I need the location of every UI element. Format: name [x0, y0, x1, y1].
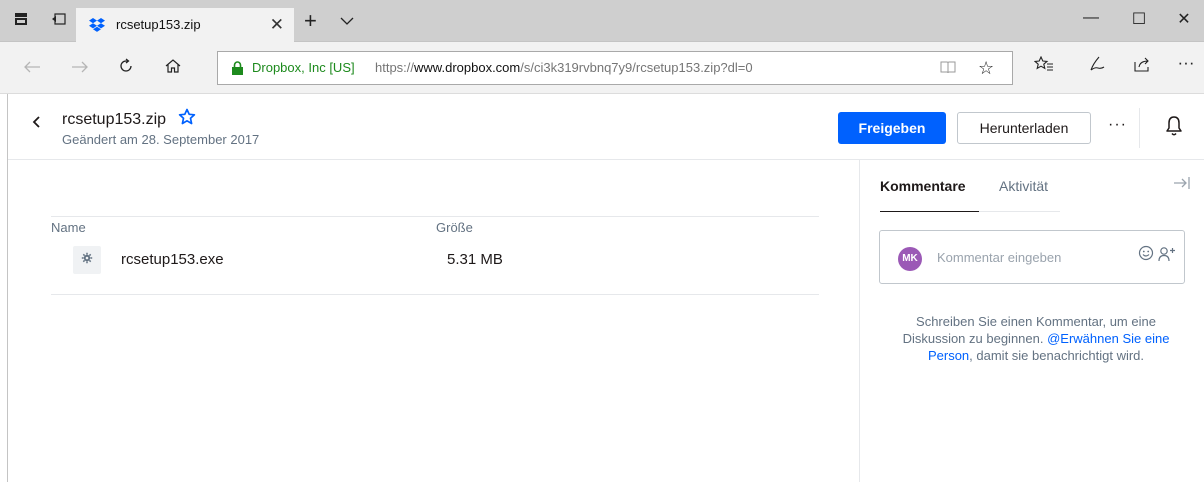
- comment-input[interactable]: MK Kommentar eingeben: [879, 230, 1185, 284]
- url-text[interactable]: https://www.dropbox.com/s/ci3k319rvbnq7y…: [375, 60, 753, 75]
- back-chevron-icon[interactable]: [32, 114, 42, 134]
- window-left-edge: [0, 94, 8, 482]
- tab-comments[interactable]: Kommentare: [880, 178, 966, 194]
- column-header-name[interactable]: Name: [51, 220, 86, 235]
- share-icon[interactable]: [1129, 56, 1155, 77]
- header-divider-line: [51, 216, 819, 217]
- comment-placeholder[interactable]: Kommentar eingeben: [937, 250, 1061, 265]
- tab-preview-chevron-icon[interactable]: [340, 13, 354, 31]
- refresh-icon[interactable]: [115, 57, 137, 79]
- column-header-size[interactable]: Größe: [436, 220, 473, 235]
- modified-date: Geändert am 28. September 2017: [62, 132, 260, 147]
- file-size: 5.31 MB: [447, 251, 503, 268]
- file-name[interactable]: rcsetup153.exe: [121, 251, 224, 268]
- bell-icon[interactable]: [1164, 115, 1184, 137]
- tab-actions-icon[interactable]: [12, 12, 30, 30]
- gear-icon: [73, 246, 101, 274]
- favorite-star-icon[interactable]: ☆: [978, 58, 994, 79]
- close-tab-icon[interactable]: ✕: [270, 15, 284, 35]
- maximize-button[interactable]: ☐: [1119, 9, 1159, 29]
- row-divider-line: [51, 294, 819, 295]
- tab-title: rcsetup153.zip: [116, 17, 201, 32]
- certificate-org[interactable]: Dropbox, Inc [US]: [252, 60, 355, 75]
- address-bar[interactable]: Dropbox, Inc [US] https://www.dropbox.co…: [217, 51, 1013, 85]
- browser-navbar: Dropbox, Inc [US] https://www.dropbox.co…: [0, 42, 1204, 94]
- file-header: rcsetup153.zip Geändert am 28. September…: [8, 94, 1204, 160]
- more-options-button[interactable]: ···: [1108, 116, 1127, 134]
- more-icon[interactable]: ···: [1173, 53, 1199, 73]
- set-tabs-aside-icon[interactable]: [50, 12, 68, 30]
- back-arrow-icon[interactable]: [21, 57, 43, 79]
- lock-icon[interactable]: [231, 61, 244, 75]
- notes-pen-icon[interactable]: [1083, 56, 1109, 77]
- avatar: MK: [898, 247, 922, 271]
- forward-arrow-icon[interactable]: [69, 57, 91, 79]
- home-icon[interactable]: [162, 57, 184, 79]
- empty-comments-message: Schreiben Sie einen Kommentar, um eine D…: [902, 314, 1170, 363]
- page-title: rcsetup153.zip: [62, 111, 167, 128]
- share-button[interactable]: Freigeben: [838, 112, 946, 144]
- browser-tab[interactable]: rcsetup153.zip ✕: [76, 8, 294, 42]
- minimize-button[interactable]: —: [1071, 9, 1111, 27]
- new-tab-button[interactable]: +: [304, 10, 317, 32]
- emoji-icon[interactable]: [1138, 245, 1154, 266]
- tab-underline: [880, 211, 1060, 212]
- collapse-sidebar-icon[interactable]: [1173, 176, 1191, 195]
- star-icon[interactable]: [178, 108, 196, 131]
- download-button[interactable]: Herunterladen: [957, 112, 1091, 144]
- header-divider: [1139, 108, 1140, 148]
- window-close-button[interactable]: ✕: [1164, 9, 1204, 29]
- tab-activity[interactable]: Aktivität: [999, 178, 1048, 194]
- reading-view-icon[interactable]: [940, 60, 956, 77]
- dropbox-logo-icon: [88, 16, 106, 34]
- mention-person-icon[interactable]: [1158, 246, 1176, 265]
- comments-sidebar: Kommentare Aktivität MK Kommentar eingeb…: [859, 160, 1204, 482]
- favorites-icon[interactable]: [1031, 55, 1057, 77]
- browser-titlebar: rcsetup153.zip ✕ + — ☐ ✕: [0, 0, 1204, 42]
